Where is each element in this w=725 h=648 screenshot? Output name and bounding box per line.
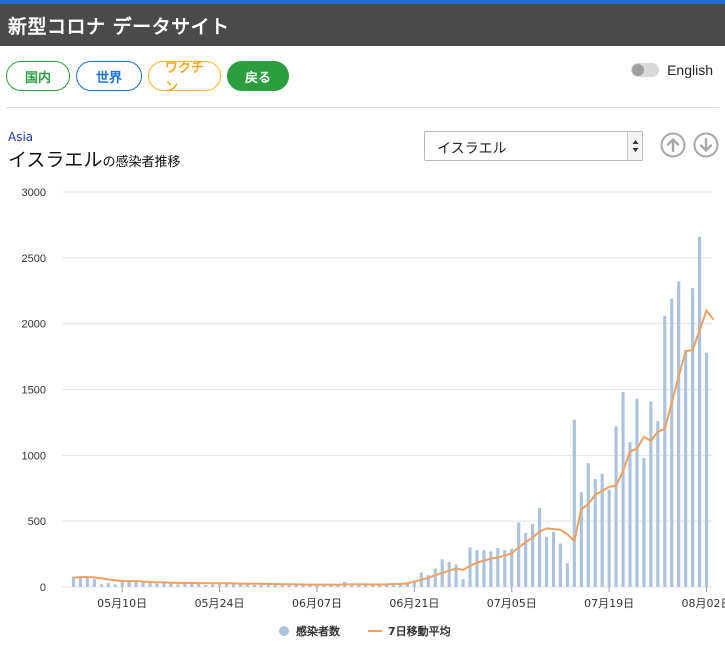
bar (635, 398, 639, 587)
bar (106, 583, 110, 587)
bar (204, 585, 208, 587)
bar (579, 492, 583, 587)
bar (663, 315, 667, 587)
bar (684, 350, 688, 587)
language-label: English (667, 62, 713, 78)
bar (656, 421, 660, 587)
bar (78, 577, 82, 587)
region-link[interactable]: Asia (8, 130, 33, 144)
bar (614, 426, 618, 587)
bar (691, 288, 695, 587)
bar (544, 536, 549, 587)
x-tick-label: 08月02日 (682, 597, 725, 610)
y-tick-label: 1500 (22, 385, 46, 397)
country-name: イスラエル (8, 149, 103, 171)
bar (113, 584, 117, 587)
nav-bar: 国内 世界 ワクチン 戻る (6, 61, 289, 95)
bar (496, 548, 500, 587)
bar (238, 584, 242, 587)
bar (558, 543, 562, 587)
y-tick-label: 2500 (22, 253, 46, 265)
world-button[interactable]: 世界 (76, 61, 142, 91)
bar (92, 579, 96, 587)
x-tick-label: 07月05日 (487, 597, 537, 610)
x-tick-label: 05月10日 (97, 597, 147, 610)
bar (273, 585, 277, 587)
bar (517, 522, 521, 587)
language-toggle[interactable] (631, 63, 660, 77)
x-tick-label: 06月21日 (389, 597, 439, 610)
bar (252, 585, 256, 587)
y-tick-label: 1000 (22, 450, 46, 462)
divider (6, 107, 719, 108)
bar (148, 583, 152, 587)
y-tick-label: 500 (28, 516, 46, 528)
bar (565, 563, 569, 587)
x-tick-label: 05月24日 (195, 597, 245, 610)
legend-bar-label: 感染者数 (296, 624, 341, 638)
bar (482, 550, 486, 587)
bar (698, 236, 702, 587)
bar (670, 298, 674, 587)
bar (433, 568, 437, 587)
arrow-up-icon[interactable] (660, 132, 686, 158)
page-subtitle: の感染者推移 (102, 155, 181, 170)
x-tick-label: 06月07日 (292, 597, 342, 610)
bar (704, 352, 709, 587)
bar (155, 583, 159, 587)
toggle-knob (632, 64, 645, 76)
bar (447, 561, 451, 587)
domestic-button[interactable]: 国内 (6, 61, 70, 91)
bar (531, 523, 535, 587)
y-tick-label: 2000 (22, 319, 46, 331)
bar (628, 442, 632, 587)
vaccine-button[interactable]: ワクチン (148, 61, 221, 95)
bar (231, 584, 236, 587)
bar (572, 419, 576, 587)
country-select-value: イスラエル (437, 141, 507, 157)
bar (141, 582, 145, 587)
page-title: イスラエルの感染者推移 (8, 145, 180, 172)
bar (642, 457, 646, 587)
x-tick-label: 07月19日 (584, 597, 634, 610)
bar (538, 508, 542, 587)
country-select[interactable]: イスラエル (424, 131, 643, 161)
legend-bar-swatch (279, 626, 289, 636)
y-tick-label: 3000 (22, 187, 46, 199)
bar (677, 281, 681, 587)
app-header: 新型コロナ データサイト (0, 0, 725, 46)
dropdown-arrows-icon (632, 140, 639, 152)
bar (649, 401, 653, 587)
bar (162, 583, 166, 587)
bar (621, 392, 625, 587)
bar (85, 577, 89, 587)
legend-line-label: 7日移動平均 (388, 624, 451, 638)
bar (99, 584, 103, 587)
bar (176, 584, 180, 587)
bar (475, 550, 479, 587)
bar (489, 551, 493, 587)
bar (461, 579, 465, 587)
bar (551, 531, 556, 587)
bar (607, 489, 611, 587)
y-tick-label: 0 (40, 582, 46, 594)
cases-chart: 0 500 1000 1500 2000 2500 3000 05月10日 05月24日 06月0… (22, 187, 725, 638)
arrow-down-icon[interactable] (693, 132, 719, 158)
bar (586, 463, 590, 587)
bar (134, 581, 138, 587)
back-button[interactable]: 戻る (227, 61, 289, 91)
select-arrow[interactable] (627, 132, 642, 160)
app-title: 新型コロナ データサイト (8, 16, 230, 38)
language-switch[interactable]: English (631, 62, 713, 78)
bar (211, 584, 215, 587)
